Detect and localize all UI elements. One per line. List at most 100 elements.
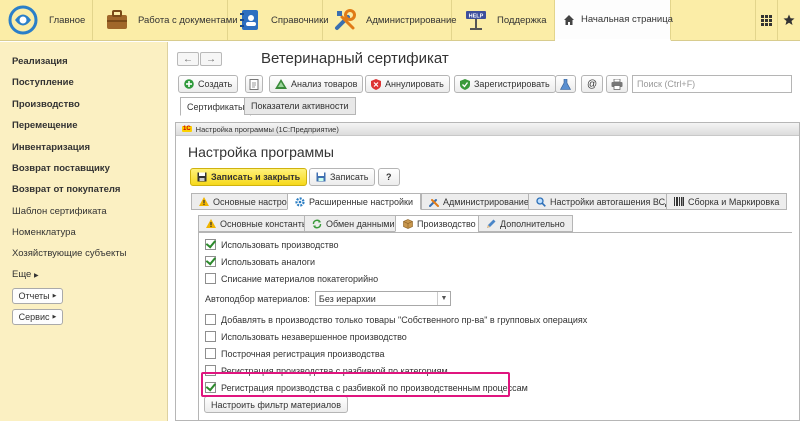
- register-button[interactable]: Зарегистрировать: [454, 75, 556, 93]
- option-use-analogs[interactable]: Использовать аналоги: [205, 256, 315, 267]
- tab-auto-cancel-label: Настройки автогашения ВСД: [550, 196, 672, 207]
- copy-button[interactable]: [245, 75, 263, 93]
- checkbox-use-production[interactable]: [205, 239, 216, 250]
- option-wip[interactable]: Использовать незавершенное производство: [205, 331, 407, 342]
- sidebar-item-inventory[interactable]: Инвентаризация: [12, 142, 90, 153]
- option-use-production-label: Использовать производство: [221, 239, 339, 250]
- autoselect-materials-select[interactable]: Без иерархии ▼: [314, 291, 451, 306]
- subtab-additional[interactable]: Дополнительно: [478, 215, 573, 232]
- plus-icon: [184, 79, 194, 89]
- address-book-icon: [238, 8, 262, 32]
- configure-material-filter-button[interactable]: Настроить фильтр материалов: [204, 396, 348, 413]
- gear-icon: [295, 196, 305, 207]
- highlight-frame: [201, 372, 510, 397]
- magnifier-icon: [536, 196, 546, 207]
- checkbox-wip[interactable]: [205, 331, 216, 342]
- triangle-right-icon: ▶: [52, 293, 57, 299]
- subtab-basic-constants[interactable]: Основные константы: [198, 215, 317, 232]
- document-icon: [249, 78, 259, 90]
- autoselect-materials-row: Автоподбор материалов: Без иерархии ▼: [205, 291, 451, 306]
- chevron-down-icon[interactable]: ▼: [436, 292, 450, 305]
- option-line-registration-label: Построчная регистрация производства: [221, 348, 385, 359]
- option-wip-label: Использовать незавершенное производство: [221, 331, 407, 342]
- section-spacer: [671, 0, 756, 40]
- save-and-close-button[interactable]: Записать и закрыть: [190, 168, 308, 186]
- print-button[interactable]: [606, 75, 628, 93]
- reports-button[interactable]: Отчеты ▶: [12, 288, 63, 304]
- section-panel: Главное Работа с документами Справочники…: [0, 0, 800, 41]
- flask-icon: [560, 78, 571, 90]
- dialog-window-title: Настройка программы (1С:Предприятие): [195, 124, 339, 134]
- section-support-label: Поддержка: [497, 14, 547, 26]
- shield-red-icon: [371, 78, 381, 90]
- warning-icon: [206, 219, 216, 228]
- sidebar-item-certificate-template[interactable]: Шаблон сертификата: [12, 206, 107, 217]
- sidebar-item-production[interactable]: Производство: [12, 99, 80, 110]
- printer-icon: [611, 78, 623, 90]
- subtab-additional-label: Дополнительно: [500, 218, 565, 229]
- checkbox-write-off-by-category[interactable]: [205, 273, 216, 284]
- sidebar-item-return-customer[interactable]: Возврат от покупателя: [12, 184, 120, 195]
- subtab-production[interactable]: Производство: [395, 215, 484, 232]
- sidebar-item-sales[interactable]: Реализация: [12, 56, 68, 67]
- sidebar-item-transfer[interactable]: Перемещение: [12, 120, 78, 131]
- save-button[interactable]: Записать: [309, 168, 376, 186]
- analyze-goods-label: Анализ товаров: [291, 79, 358, 89]
- option-use-production[interactable]: Использовать производство: [205, 239, 339, 250]
- tab-activity-indicators[interactable]: Показатели активности: [244, 97, 356, 115]
- sync-icon: [312, 219, 322, 229]
- subtab-basic-constants-label: Основные константы: [220, 218, 309, 229]
- tab-assembly-marking[interactable]: Сборка и Маркировка: [666, 193, 788, 210]
- favorites-button[interactable]: [778, 0, 800, 40]
- subtab-data-exchange[interactable]: Обмен данными: [304, 215, 403, 232]
- service-button[interactable]: Сервис ▶: [12, 309, 63, 325]
- sidebar-item-business-entities[interactable]: Хозяйствующие субъекты: [12, 248, 126, 259]
- option-own-production-only[interactable]: Добавлять в производство только товары "…: [205, 314, 587, 325]
- section-documents[interactable]: Работа с документами: [93, 0, 238, 40]
- box-icon: [403, 218, 413, 229]
- checkbox-line-registration[interactable]: [205, 348, 216, 359]
- sidebar-item-nomenclature[interactable]: Номенклатура: [12, 227, 76, 238]
- tab-administration-label: Администрирование: [443, 196, 529, 207]
- dialog-title: Настройка программы: [188, 144, 334, 160]
- annul-button[interactable]: Аннулировать: [365, 75, 450, 93]
- tab-certificates[interactable]: Сертификаты: [180, 97, 252, 116]
- analyze-goods-button[interactable]: Анализ товаров: [269, 75, 364, 93]
- search-input[interactable]: Поиск (Ctrl+F): [632, 75, 792, 93]
- option-write-off-by-category[interactable]: Списание материалов покатегорийно: [205, 273, 378, 284]
- help-sign-icon: HELP: [464, 8, 488, 32]
- tab-administration[interactable]: Администрирование: [421, 193, 537, 210]
- sidebar-more[interactable]: Еще ▶: [12, 269, 39, 280]
- sidebar-item-return-supplier[interactable]: Возврат поставщику: [12, 163, 110, 174]
- section-administration-label: Администрирование: [366, 14, 457, 26]
- section-documents-label: Работа с документами: [138, 14, 238, 26]
- sidebar-item-receipts[interactable]: Поступление: [12, 77, 74, 88]
- forward-button[interactable]: →: [200, 52, 222, 66]
- option-use-analogs-label: Использовать аналоги: [221, 256, 316, 267]
- app-1c-icon: 1С: [182, 126, 192, 132]
- briefcase-icon: [105, 8, 129, 32]
- tab-extended-settings[interactable]: Расширенные настройки: [287, 193, 421, 210]
- warning-icon: [199, 197, 209, 206]
- section-support[interactable]: HELP Поддержка: [452, 0, 555, 40]
- create-label: Создать: [198, 79, 233, 89]
- back-button[interactable]: ←: [177, 52, 199, 66]
- section-references[interactable]: Справочники: [228, 0, 329, 40]
- section-main[interactable]: Главное: [0, 0, 93, 40]
- option-own-production-only-label: Добавлять в производство только товары "…: [221, 314, 588, 325]
- email-button[interactable]: @: [581, 75, 604, 93]
- flask-button[interactable]: [555, 75, 576, 93]
- checkbox-own-production-only[interactable]: [205, 314, 216, 325]
- option-line-registration[interactable]: Построчная регистрация производства: [205, 348, 385, 359]
- all-functions-button[interactable]: [756, 0, 778, 40]
- subtab-data-exchange-label: Обмен данными: [326, 218, 395, 229]
- home-page-tab[interactable]: Начальная страница: [555, 0, 673, 41]
- home-icon: [563, 14, 575, 26]
- checkbox-use-analogs[interactable]: [205, 256, 216, 267]
- help-button[interactable]: ?: [378, 168, 400, 186]
- create-button[interactable]: Создать: [178, 75, 239, 93]
- option-write-off-by-category-label: Списание материалов покатегорийно: [221, 273, 379, 284]
- section-administration[interactable]: Администрирование: [323, 0, 457, 40]
- document-title: Ветеринарный сертификат: [261, 50, 449, 67]
- tab-auto-cancel-settings[interactable]: Настройки автогашения ВСД: [528, 193, 680, 210]
